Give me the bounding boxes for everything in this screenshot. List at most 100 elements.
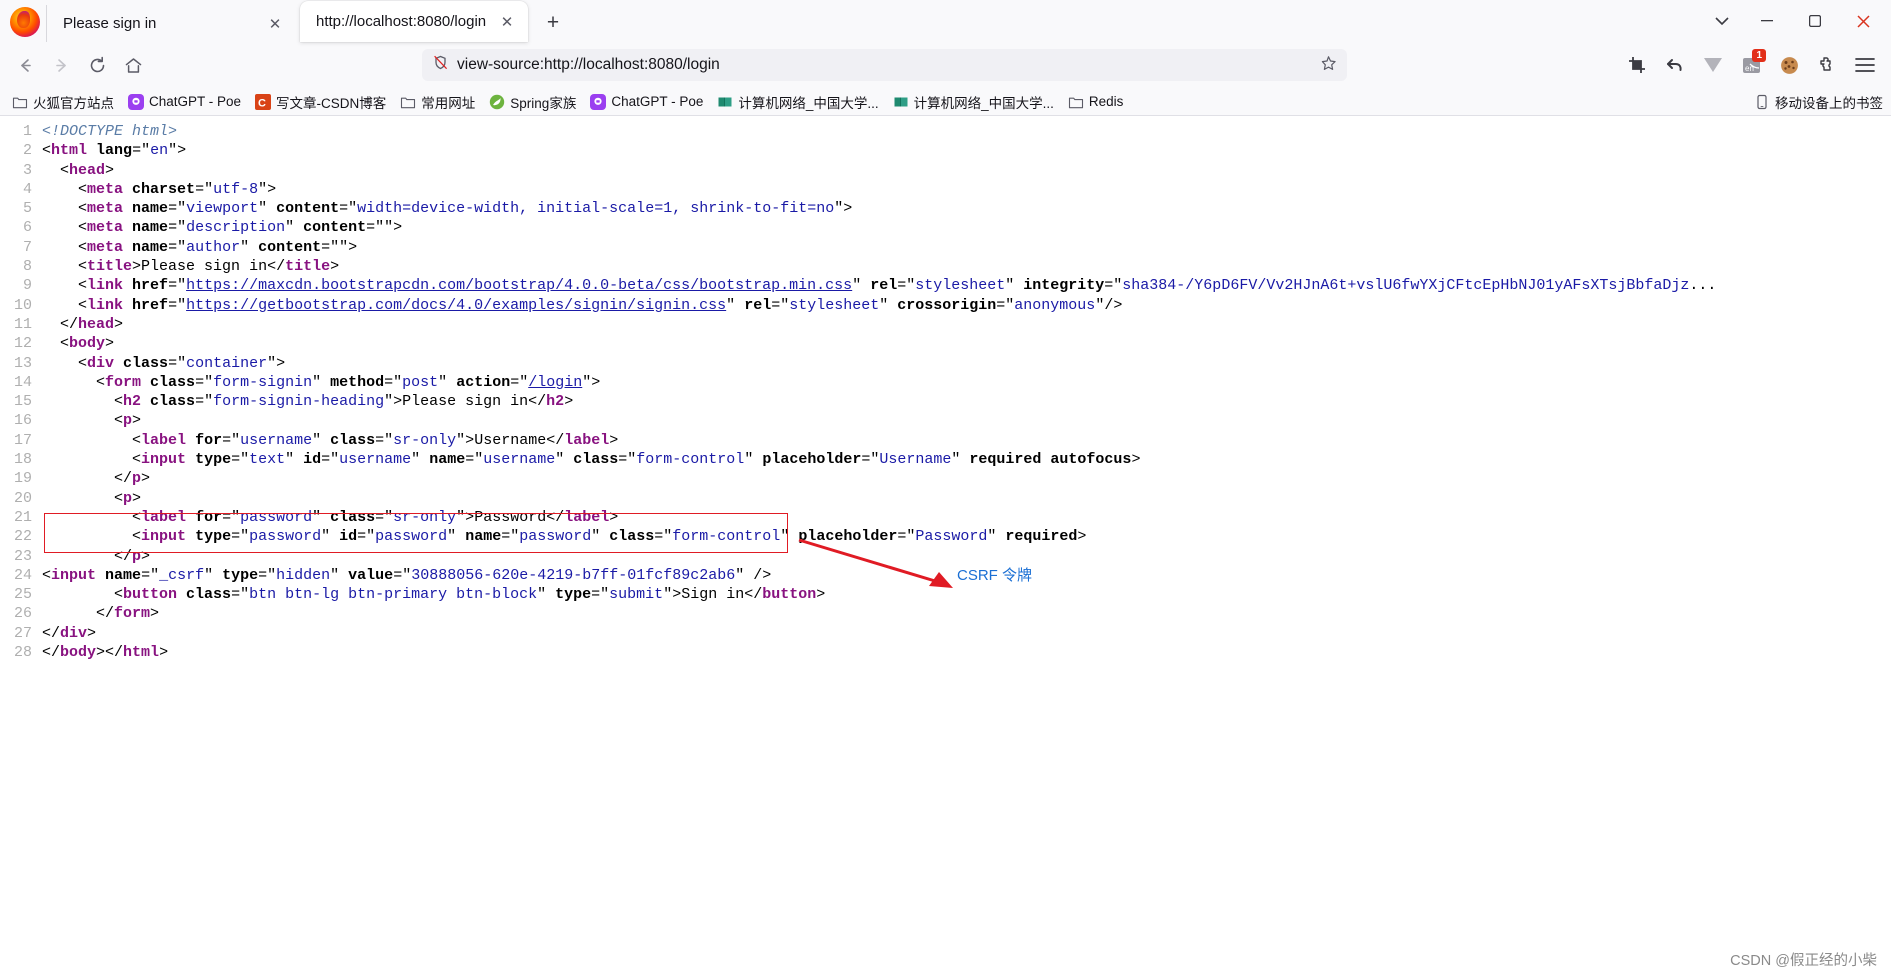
source-line: 18 <input type="text" id="username" name… <box>0 450 1891 469</box>
address-bar-container: view-source:http://localhost:8080/login <box>152 49 1617 81</box>
line-number: 27 <box>13 624 32 642</box>
url-text[interactable]: view-source:http://localhost:8080/login <box>457 56 1312 74</box>
source-token: </ <box>546 508 565 526</box>
line-content: <body> <box>42 334 114 353</box>
source-token: rel <box>870 277 898 295</box>
bookmark-item-0[interactable]: 火狐官方站点 <box>6 90 120 114</box>
source-token: </ <box>42 470 133 488</box>
source-line: 20 <p> <box>0 489 1891 508</box>
source-token: < <box>42 586 124 604</box>
svg-text:C: C <box>258 97 266 109</box>
bookmark-star-icon[interactable] <box>1320 55 1339 76</box>
source-token: class <box>609 528 655 546</box>
source-token: " <box>312 431 331 449</box>
source-token: " <box>879 296 898 314</box>
vimium-v-icon[interactable] <box>1695 49 1731 81</box>
source-token <box>123 297 132 314</box>
source-token: stylesheet <box>915 277 1006 295</box>
source-link[interactable]: /login <box>528 374 582 391</box>
line-content: </head> <box>42 315 123 334</box>
folder-icon <box>12 97 28 108</box>
source-token: action <box>456 373 511 391</box>
source-token: =" <box>141 566 160 584</box>
forward-button[interactable] <box>44 49 78 81</box>
source-line: 21 <label for="password" class="sr-only"… <box>0 508 1891 527</box>
bookmark-item-6[interactable]: 计算机网络_中国大学... <box>711 90 884 114</box>
close-window-button[interactable] <box>1841 6 1885 36</box>
bookmark-item-2[interactable]: C 写文章-CSDN博客 <box>249 90 392 114</box>
source-token: < <box>42 412 124 430</box>
source-token: ></ <box>96 644 124 662</box>
source-line: 16 <p> <box>0 411 1891 430</box>
source-link[interactable]: https://maxcdn.bootstrapcdn.com/bootstra… <box>186 277 852 294</box>
shield-off-icon[interactable] <box>432 54 449 76</box>
bookmark-item-7[interactable]: 计算机网络_中国大学... <box>887 90 1060 114</box>
bookmarks-overflow[interactable]: 移动设备上的书签 <box>1748 88 1891 115</box>
source-token: =" <box>375 508 394 526</box>
source-token: < <box>42 451 142 469</box>
source-token: </ <box>42 624 61 642</box>
source-link[interactable]: https://getbootstrap.com/docs/4.0/exampl… <box>186 297 726 314</box>
view-source-content[interactable]: 1 <!DOCTYPE html> 2 <html lang="en"> 3 <head… <box>0 116 1891 976</box>
source-token: "> <box>267 354 286 372</box>
line-number: 12 <box>13 335 32 353</box>
source-token: label <box>141 431 187 449</box>
source-token: class <box>330 508 376 526</box>
source-token: =" <box>501 528 520 546</box>
source-token: " <box>447 528 466 546</box>
source-line: 26 </form> <box>0 604 1891 623</box>
cookie-icon[interactable] <box>1771 49 1807 81</box>
source-token: Sign in <box>681 586 745 604</box>
source-token: "/> <box>1095 296 1123 314</box>
source-token: _csrf <box>159 566 205 584</box>
bookmark-item-mobile[interactable]: 移动设备上的书签 <box>1748 90 1889 114</box>
bookmark-item-8[interactable]: Redis <box>1062 92 1130 112</box>
home-button[interactable] <box>116 49 150 81</box>
line-number: 16 <box>13 412 32 430</box>
source-line: 7 <meta name="author" content=""> <box>0 238 1891 257</box>
source-token: < <box>42 393 124 411</box>
back-button[interactable] <box>8 49 42 81</box>
browser-tab-1[interactable]: http://localhost:8080/login ✕ <box>300 1 528 42</box>
line-content: <form class="form-signin" method="post" … <box>42 373 600 392</box>
source-token <box>123 181 132 198</box>
bookmark-item-5[interactable]: ChatGPT - Poe <box>584 92 709 112</box>
source-token: < <box>42 161 70 179</box>
line-content: </div> <box>42 624 96 643</box>
source-token: width=device-width, initial-scale=1, shr… <box>357 200 835 218</box>
bookmark-item-1[interactable]: ChatGPT - Poe <box>122 92 247 112</box>
source-token: input <box>141 451 187 469</box>
extensions-puzzle-icon[interactable] <box>1809 49 1845 81</box>
translate-icon[interactable]: en 1 <box>1733 49 1769 81</box>
source-token: < <box>42 258 88 276</box>
watermark-text: CSDN @假正经的小柴 <box>1730 953 1877 969</box>
source-token: < <box>42 180 88 198</box>
new-tab-button[interactable]: + <box>538 8 568 38</box>
address-bar[interactable]: view-source:http://localhost:8080/login <box>422 49 1347 81</box>
bookmark-item-3[interactable]: 常用网址 <box>394 90 481 114</box>
undo-icon[interactable] <box>1657 49 1693 81</box>
reload-button[interactable] <box>80 49 114 81</box>
source-token: Please sign in <box>402 393 529 411</box>
line-content: <label for="username" class="sr-only">Us… <box>42 431 618 450</box>
maximize-window-button[interactable] <box>1793 6 1837 36</box>
line-content: <meta name="author" content=""> <box>42 238 357 257</box>
source-token: p <box>132 470 142 488</box>
line-content: <input name="_csrf" type="hidden" value=… <box>42 566 771 585</box>
source-line: 27 </div> <box>0 624 1891 643</box>
minimize-window-button[interactable] <box>1745 6 1789 36</box>
bookmark-item-4[interactable]: Spring家族 <box>483 90 582 114</box>
screenshot-icon[interactable] <box>1619 49 1655 81</box>
source-token: for <box>195 508 223 526</box>
app-menu-icon[interactable] <box>1847 49 1883 81</box>
source-token: username <box>483 451 556 469</box>
source-token: id <box>339 528 358 546</box>
list-all-tabs-icon[interactable] <box>1703 14 1741 29</box>
source-token: < <box>42 508 142 526</box>
source-token: " <box>411 451 430 469</box>
browser-tab-0[interactable]: Please sign in ✕ <box>46 5 296 42</box>
close-tab-icon[interactable]: ✕ <box>264 13 286 35</box>
close-tab-icon[interactable]: ✕ <box>496 11 518 33</box>
source-token: =" <box>393 566 412 584</box>
source-token: "> <box>834 200 853 218</box>
